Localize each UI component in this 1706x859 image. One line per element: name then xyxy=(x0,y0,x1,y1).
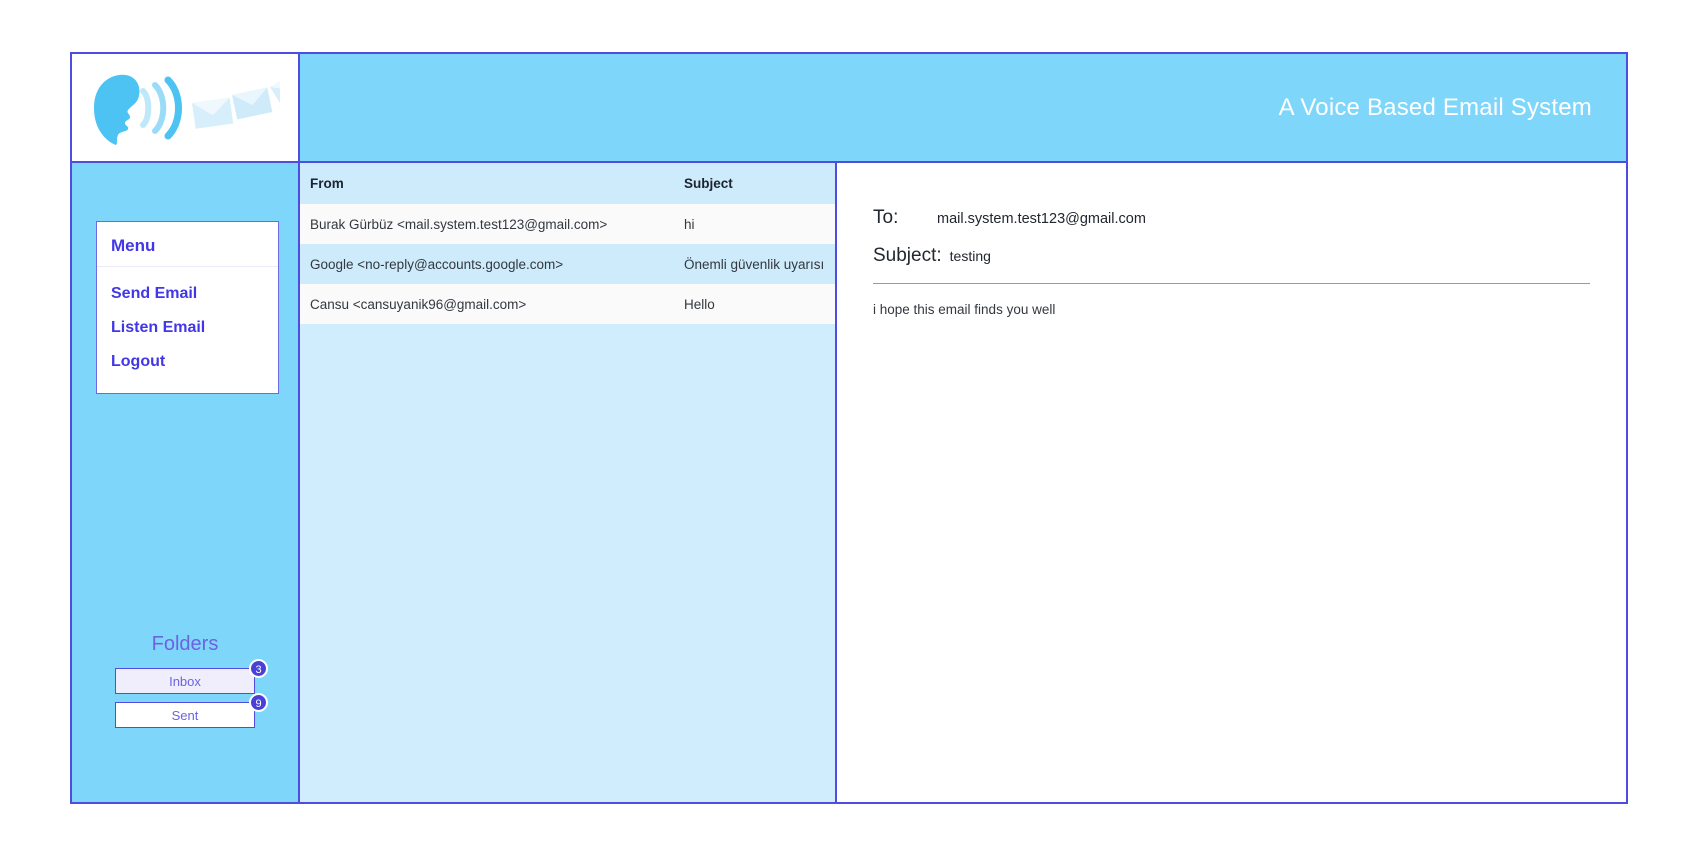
table-row[interactable]: Google <no-reply@accounts.google.com> Ön… xyxy=(300,244,835,284)
email-subject: hi xyxy=(684,216,695,232)
email-subject: Önemli güvenlik uyarısı xyxy=(684,256,825,272)
menu-heading: Menu xyxy=(97,234,278,267)
mail-divider xyxy=(873,283,1590,284)
voice-email-logo-icon xyxy=(94,69,280,145)
email-from: Google <no-reply@accounts.google.com> xyxy=(310,256,564,272)
column-header-subject: Subject xyxy=(684,176,733,191)
sidebar-item-logout[interactable]: Logout xyxy=(97,345,278,379)
sidebar: Menu Send Email Listen Email Logout Fold… xyxy=(72,163,300,802)
inbox-count-badge: 3 xyxy=(249,659,268,678)
folder-button-sent[interactable]: Sent xyxy=(115,702,255,728)
subject-label: Subject: xyxy=(873,245,942,266)
table-row[interactable]: Cansu <cansuyanik96@gmail.com> Hello xyxy=(300,284,835,324)
folders-title: Folders xyxy=(151,633,219,655)
app-body: Menu Send Email Listen Email Logout Fold… xyxy=(72,163,1626,802)
column-header-from: From xyxy=(310,176,344,191)
logo-cell xyxy=(72,54,300,161)
sidebar-item-send-email[interactable]: Send Email xyxy=(97,277,278,311)
menu-card: Menu Send Email Listen Email Logout xyxy=(96,221,279,394)
header-bar: A Voice Based Email System xyxy=(300,54,1626,161)
folder-row-inbox: Inbox 3 xyxy=(115,659,268,694)
sent-count-badge: 9 xyxy=(249,693,268,712)
email-list-header: From Subject xyxy=(300,163,835,204)
app-window: A Voice Based Email System Menu Send Ema… xyxy=(70,52,1628,804)
app-header: A Voice Based Email System xyxy=(72,54,1626,163)
email-list-panel: From Subject Burak Gürbüz <mail.system.t… xyxy=(300,163,837,802)
folder-row-sent: Sent 9 xyxy=(115,693,268,728)
subject-line: Subject: testing xyxy=(873,245,1590,267)
to-line: To: mail.system.test123@gmail.com xyxy=(873,207,1590,229)
to-value: mail.system.test123@gmail.com xyxy=(937,211,1146,227)
mail-body-text: i hope this email finds you well xyxy=(873,302,1056,317)
folders-section: Folders Inbox 3 Sent 9 xyxy=(72,633,298,736)
table-row[interactable]: Burak Gürbüz <mail.system.test123@gmail.… xyxy=(300,204,835,244)
email-subject: Hello xyxy=(684,296,715,312)
app-title: A Voice Based Email System xyxy=(1278,93,1592,121)
email-from: Burak Gürbüz <mail.system.test123@gmail.… xyxy=(310,216,608,232)
to-label: To: xyxy=(873,207,899,228)
subject-value: testing xyxy=(949,248,991,264)
reading-pane: To: mail.system.test123@gmail.com Subjec… xyxy=(837,163,1626,802)
folder-button-inbox[interactable]: Inbox xyxy=(115,668,255,694)
email-from: Cansu <cansuyanik96@gmail.com> xyxy=(310,296,527,312)
sidebar-item-listen-email[interactable]: Listen Email xyxy=(97,311,278,345)
